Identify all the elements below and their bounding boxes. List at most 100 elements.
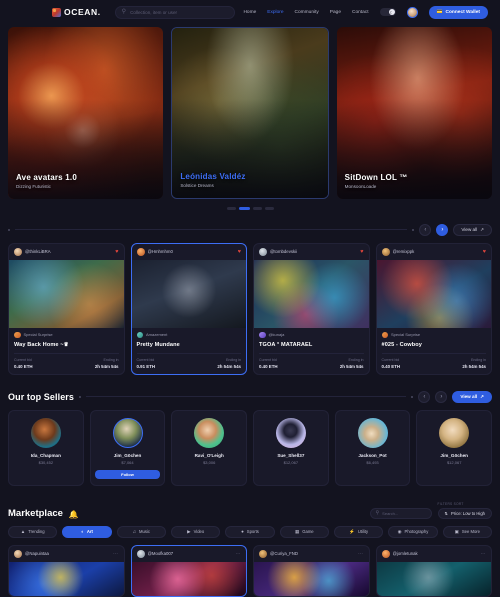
seller-card-3[interactable]: Ravi_O'Leigh $3,006 xyxy=(171,409,248,486)
ending-in-label: Ending in xyxy=(348,358,364,362)
search-icon: ⚲ xyxy=(375,510,380,516)
creator-avatar xyxy=(136,549,145,558)
nft-bid-values-2: 0.91 ETH 2h 54m 54s xyxy=(137,362,242,369)
seller-card-4[interactable]: Sue_Shell37 $12,067 xyxy=(253,409,329,486)
nft-card-2[interactable]: @Hmhmhm0 ♥ Amazement Pretty Mundane Curr… xyxy=(130,242,247,375)
current-bid-value: 0.91 ETH xyxy=(136,363,156,369)
seller-card-5[interactable]: Jackson_Pot $6,493 xyxy=(334,409,411,486)
chip-video[interactable]: ▶ Video xyxy=(170,525,221,538)
section-bullet-end xyxy=(411,395,414,398)
connect-wallet-button[interactable]: 💳 Connect Wallet xyxy=(428,5,488,19)
marketplace-search-placeholder: Search... xyxy=(382,510,399,516)
marketplace-card-3[interactable]: @Curiya_FND ⋯ xyxy=(253,544,370,597)
bell-icon: 🔔 xyxy=(68,509,79,519)
chip-utility[interactable]: ⚡ Utility xyxy=(333,525,384,538)
hero-title-2: Leónidas Valdéz xyxy=(180,172,246,181)
carousel-dot-1[interactable] xyxy=(226,207,236,210)
hero-slide-3[interactable]: SitDown LOL ™ MonsoonLoade xyxy=(336,27,492,199)
chip-sports[interactable]: ● Sports xyxy=(225,525,275,538)
more-icon[interactable]: ⋯ xyxy=(358,551,364,557)
chip-music[interactable]: ♫ Music xyxy=(116,525,166,538)
marketplace-artwork-3 xyxy=(254,561,369,596)
marketplace-card-4-header: @jomletunak ⋯ xyxy=(377,546,492,562)
like-icon[interactable]: ♥ xyxy=(360,249,363,255)
marketplace-card-1[interactable]: @Napuintaa ⋯ xyxy=(8,544,125,597)
ending-in-label: Ending in xyxy=(471,358,486,362)
nft-divider xyxy=(259,353,364,354)
nft-card-3-header: @tombdevskii ♥ xyxy=(254,244,369,260)
section-bullet xyxy=(79,395,82,398)
nft-artwork-3 xyxy=(254,259,369,328)
chip-photography[interactable]: ◉ Photography xyxy=(388,525,438,538)
carousel-dot-2[interactable] xyxy=(238,207,250,210)
sellers-next-button[interactable]: › xyxy=(435,390,448,403)
nft-card-4[interactable]: @remixppk ♥ Special Surprise #025 - Cowb… xyxy=(375,242,492,375)
current-bid-value: 0.40 ETH xyxy=(14,363,33,369)
hero-subtitle-3: MonsoonLoade xyxy=(344,184,377,189)
creator-handle: @Napuintaa xyxy=(25,551,49,556)
sort-dropdown[interactable]: ⇅ Price: Low to High xyxy=(437,507,492,519)
nav-item-page[interactable]: Page xyxy=(330,10,341,15)
chip-label: Utility xyxy=(357,529,369,534)
auctions-next-button[interactable]: › xyxy=(436,223,449,236)
follow-button[interactable]: Follow xyxy=(94,469,161,479)
global-search-input[interactable]: ⚲ Collection, item or user xyxy=(114,5,236,19)
hero-slide-1[interactable]: Ave avatars 1.0 Dizzing Futuristic xyxy=(8,27,164,199)
like-icon[interactable]: ♥ xyxy=(483,249,486,255)
chip-trending[interactable]: ▲ Trending xyxy=(8,525,58,538)
avatar[interactable] xyxy=(406,6,418,18)
nav-item-community[interactable]: Community xyxy=(295,10,319,15)
badge-icon xyxy=(14,331,21,338)
theme-toggle[interactable]: ☾ xyxy=(379,8,396,16)
marketplace-card-4[interactable]: @jomletunak ⋯ xyxy=(375,544,492,597)
like-icon[interactable]: ♥ xyxy=(115,249,118,255)
seller-card-1[interactable]: Ida_Chapman $30,452 xyxy=(8,409,84,486)
carousel-dot-3[interactable] xyxy=(252,207,262,210)
nft-card-3[interactable]: @tombdevskii ♥ @kunaja TGOA ° MATARAEL C… xyxy=(253,242,370,375)
creator-avatar xyxy=(381,549,390,558)
seller-name: Ravi_O'Leigh xyxy=(194,452,224,458)
gamepad-icon: ▦ xyxy=(294,528,300,534)
sellers-prev-button[interactable]: ‹ xyxy=(418,390,431,403)
seller-avatar xyxy=(112,417,143,448)
top-sellers-title: Our top Sellers xyxy=(8,391,75,402)
brand-logo[interactable]: OCEAN. xyxy=(52,7,101,17)
chip-see-more[interactable]: ▣ See More xyxy=(442,525,492,538)
more-icon[interactable]: ⋯ xyxy=(113,551,119,557)
video-icon: ▶ xyxy=(187,528,191,534)
sellers-view-all-button[interactable]: View all ↗ xyxy=(452,390,492,403)
like-icon[interactable]: ♥ xyxy=(238,249,241,255)
grid-icon: ▣ xyxy=(454,528,459,534)
seller-name: Jim_Göchen xyxy=(113,452,142,458)
carousel-dot-4[interactable] xyxy=(264,207,274,210)
more-icon[interactable]: ⋯ xyxy=(481,551,487,557)
nft-card-2-body: Amazement Pretty Mundane Current bid End… xyxy=(132,328,247,374)
search-icon: ⚲ xyxy=(121,9,127,15)
auctions-prev-button[interactable]: ‹ xyxy=(419,223,432,236)
marketplace-card-2-header: @Moofka007 ⋯ xyxy=(132,546,247,562)
nav-item-contact[interactable]: Contact xyxy=(352,10,369,15)
creator-avatar xyxy=(259,549,267,558)
nft-card-1[interactable]: @thinkLiBRA ♥ Special Surprise Way Back … xyxy=(8,242,125,375)
section-divider xyxy=(86,396,407,397)
nav-item-explore[interactable]: Explore xyxy=(267,10,283,15)
more-icon[interactable]: ⋯ xyxy=(236,551,242,557)
chip-art[interactable]: ◐ Art xyxy=(62,525,112,538)
hero-slide-2[interactable]: Leónidas Valdéz Solstice Dreams xyxy=(171,27,329,199)
section-bullet xyxy=(8,228,10,231)
chip-game[interactable]: ▦ Game xyxy=(279,525,329,538)
seller-card-6[interactable]: Jim_Göchen $12,067 xyxy=(416,409,493,486)
arrow-up-right-icon: ↗ xyxy=(480,393,484,399)
seller-card-2[interactable]: Jim_Göchen $7,064 Follow xyxy=(89,409,166,486)
marketplace-cards: @Napuintaa ⋯ @Moofka007 ⋯ @Curiya_FND ⋯ … xyxy=(0,544,500,597)
creator-handle: @Curiya_FND xyxy=(270,551,298,556)
bolt-icon: ⚡ xyxy=(349,528,355,534)
nft-title-3: TGOA ° MATARAEL xyxy=(259,342,313,348)
marketplace-card-2[interactable]: @Moofka007 ⋯ xyxy=(130,544,247,597)
marketplace-search-input[interactable]: ⚲ Search... xyxy=(369,507,432,519)
auctions-view-all-button[interactable]: View all ↗ xyxy=(453,223,492,236)
nft-title-2: Pretty Mundane xyxy=(136,342,180,348)
hero-subtitle-2: Solstice Dreams xyxy=(180,183,214,188)
nav-item-home[interactable]: Home xyxy=(243,10,256,15)
wallet-icon: 💳 xyxy=(436,9,443,15)
